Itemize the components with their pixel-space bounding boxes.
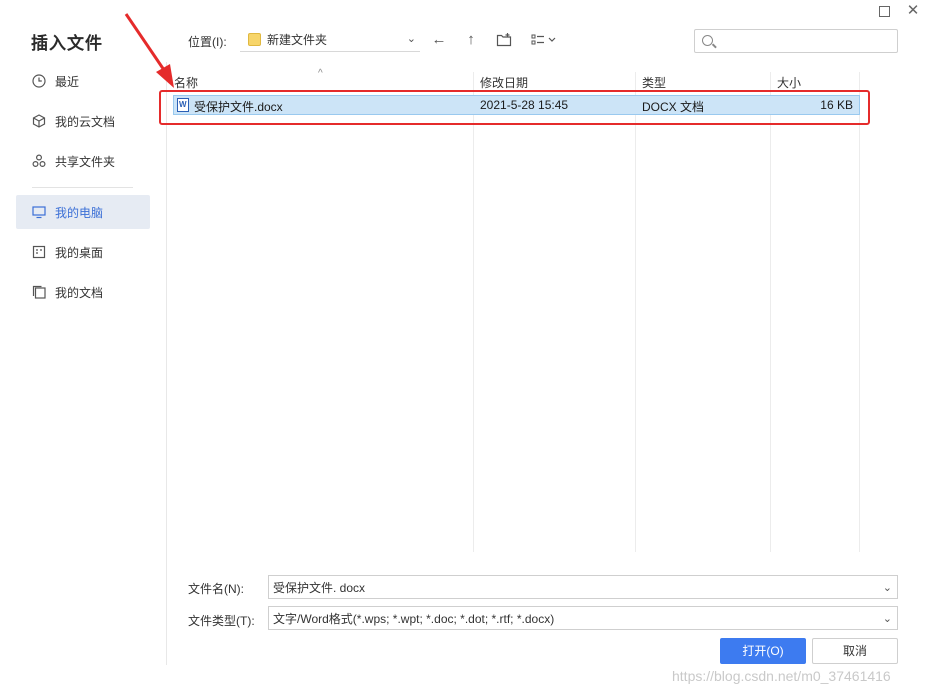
location-value: 新建文件夹 bbox=[267, 33, 328, 47]
column-header-size[interactable]: 大小 bbox=[773, 72, 801, 92]
sidebar-item-my-desktop[interactable]: 我的桌面 bbox=[16, 235, 150, 269]
chevron-down-icon[interactable]: ⌄ bbox=[883, 612, 892, 625]
close-icon[interactable]: ✕ bbox=[906, 3, 920, 18]
arrow-left-icon: ← bbox=[431, 31, 447, 48]
dialog-title: 插入文件 bbox=[31, 34, 103, 53]
open-button[interactable]: 打开(O) bbox=[720, 638, 806, 664]
cloud-cube-icon bbox=[32, 114, 46, 128]
list-view-icon bbox=[531, 34, 556, 45]
location-label: 位置(I): bbox=[188, 35, 227, 49]
chevron-down-icon[interactable]: ⌄ bbox=[883, 581, 892, 594]
column-separator bbox=[859, 72, 860, 552]
maximize-button[interactable] bbox=[877, 4, 891, 18]
annotation-arrow-icon bbox=[124, 13, 174, 88]
filetype-value: 文字/Word格式(*.wps; *.wpt; *.doc; *.dot; *.… bbox=[273, 611, 555, 626]
filename-value: 受保护文件. docx bbox=[273, 580, 366, 595]
panel-divider bbox=[166, 62, 167, 665]
sidebar-item-label: 我的电脑 bbox=[55, 205, 104, 220]
back-button[interactable]: ← bbox=[429, 30, 449, 50]
filetype-select[interactable]: 文字/Word格式(*.wps; *.wpt; *.doc; *.dot; *.… bbox=[268, 606, 898, 630]
file-list: 名称 ^ 修改日期 类型 大小 受保护文件.docx 2021-5-28 15:… bbox=[170, 68, 860, 552]
column-separator[interactable] bbox=[473, 72, 474, 552]
cancel-button[interactable]: 取消 bbox=[812, 638, 898, 664]
location-dropdown[interactable]: 新建文件夹 ⌄ bbox=[240, 28, 420, 52]
annotation-highlight-box bbox=[159, 90, 870, 125]
search-box[interactable] bbox=[694, 29, 898, 53]
search-input[interactable] bbox=[717, 32, 893, 50]
sidebar: 插入文件 最近 我的云文档 共享文件夹 我的电脑 我的桌面 我的文档 bbox=[0, 0, 166, 694]
filename-input[interactable]: 受保护文件. docx ⌄ bbox=[268, 575, 898, 599]
column-separator[interactable] bbox=[770, 72, 771, 552]
sidebar-divider bbox=[32, 187, 133, 188]
new-folder-icon bbox=[496, 33, 512, 47]
sidebar-item-label: 我的云文档 bbox=[55, 114, 116, 129]
sidebar-item-shared-folder[interactable]: 共享文件夹 bbox=[16, 144, 150, 178]
chevron-down-icon: ⌄ bbox=[406, 33, 416, 45]
sidebar-item-my-documents[interactable]: 我的文档 bbox=[16, 275, 150, 309]
sidebar-item-cloud-docs[interactable]: 我的云文档 bbox=[16, 104, 150, 138]
view-mode-button[interactable] bbox=[530, 30, 560, 50]
arrow-up-icon: ↑ bbox=[467, 31, 475, 48]
sidebar-item-my-computer[interactable]: 我的电脑 bbox=[16, 195, 150, 229]
monitor-icon bbox=[32, 206, 46, 219]
watermark: https://blog.csdn.net/m0_37461416 bbox=[672, 668, 891, 684]
sidebar-item-label: 最近 bbox=[55, 74, 80, 89]
filename-label: 文件名(N): bbox=[188, 582, 244, 596]
new-folder-button[interactable] bbox=[494, 30, 514, 50]
clock-icon bbox=[32, 74, 46, 88]
share-circles-icon bbox=[32, 154, 46, 168]
desktop-icon bbox=[32, 245, 46, 259]
search-icon bbox=[702, 35, 713, 46]
column-header-modified[interactable]: 修改日期 bbox=[476, 72, 528, 92]
sidebar-item-label: 共享文件夹 bbox=[55, 154, 116, 169]
column-header-type[interactable]: 类型 bbox=[638, 72, 666, 92]
sort-ascending-icon: ^ bbox=[318, 68, 323, 79]
sidebar-item-label: 我的文档 bbox=[55, 285, 104, 300]
sidebar-item-label: 我的桌面 bbox=[55, 245, 104, 260]
filetype-label: 文件类型(T): bbox=[188, 614, 255, 628]
folder-icon bbox=[248, 33, 261, 46]
up-button[interactable]: ↑ bbox=[461, 30, 481, 50]
column-separator[interactable] bbox=[635, 72, 636, 552]
documents-icon bbox=[32, 285, 46, 299]
